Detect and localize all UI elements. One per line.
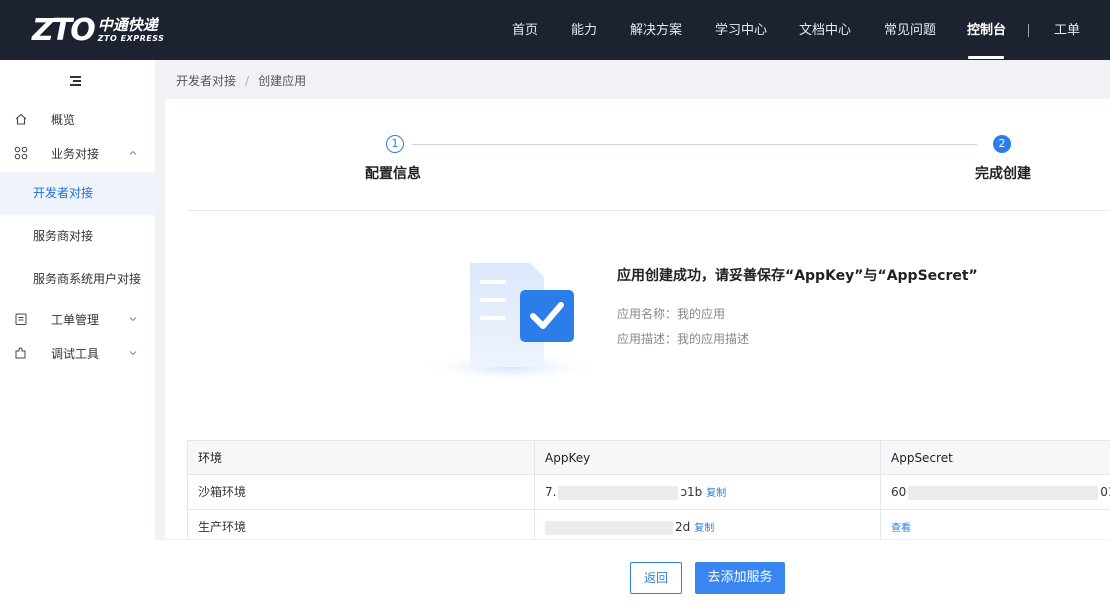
view-appsecret-link[interactable]: 查看 bbox=[891, 523, 911, 534]
success-title: 应用创建成功，请妥善保存“AppKey”与“AppSecret” bbox=[617, 268, 978, 284]
nav-learning-center[interactable]: 学习中心 bbox=[715, 0, 767, 60]
step-1-label: 配置信息 bbox=[365, 166, 421, 182]
sidebar-item-tickets[interactable]: 工单管理 bbox=[0, 308, 155, 330]
top-navbar: ZTO 中通快递 ZTO EXPRESS 首页 能力 解决方案 学习中心 文档中… bbox=[0, 0, 1110, 60]
logo-name-en: ZTO EXPRESS bbox=[97, 33, 165, 43]
appkey-prefix: 7. bbox=[545, 485, 557, 499]
env-cell: 沙箱环境 bbox=[187, 475, 534, 510]
step-connector bbox=[412, 144, 977, 145]
nav-faq[interactable]: 常见问题 bbox=[884, 0, 936, 60]
appsecret-suffix: 01f bbox=[1100, 485, 1110, 499]
sidebar-item-overview[interactable]: 概览 bbox=[0, 108, 155, 130]
breadcrumb-current: 创建应用 bbox=[258, 74, 307, 88]
ticket-icon bbox=[15, 313, 27, 325]
sidebar-item-label: 业务对接 bbox=[51, 146, 100, 161]
grid-icon bbox=[14, 146, 28, 160]
col-appsecret: AppSecret bbox=[880, 441, 1110, 476]
sidebar-subitem-provider[interactable]: 服务商对接 bbox=[0, 215, 155, 258]
sidebar-item-label: 调试工具 bbox=[51, 346, 100, 361]
document-check-illustration bbox=[418, 263, 602, 382]
nav-docs-center[interactable]: 文档中心 bbox=[799, 0, 851, 60]
breadcrumb-parent[interactable]: 开发者对接 bbox=[176, 74, 236, 88]
breadcrumb: 开发者对接 / 创建应用 bbox=[176, 74, 307, 88]
add-service-button[interactable]: 去添加服务 bbox=[695, 562, 785, 594]
redacted-block bbox=[908, 485, 1099, 500]
col-env: 环境 bbox=[187, 441, 534, 476]
logo-mark: ZTO bbox=[32, 12, 96, 48]
table-row: 沙箱环境 7. ɔ1b复制 60 01f bbox=[187, 475, 1110, 510]
appkey-suffix: 2d bbox=[675, 520, 691, 534]
sidebar-subitem-developer[interactable]: 开发者对接 bbox=[0, 172, 155, 215]
app-name-info: 应用名称：我的应用 bbox=[617, 307, 726, 321]
sidebar-item-label: 工单管理 bbox=[51, 312, 100, 327]
nav-tickets[interactable]: 工单 bbox=[1054, 0, 1080, 60]
chevron-down-icon bbox=[129, 317, 137, 322]
copy-appkey-button[interactable]: 复制 bbox=[694, 523, 714, 534]
menu-collapse-icon[interactable] bbox=[70, 76, 84, 88]
step-2-label: 完成创建 bbox=[975, 166, 1031, 182]
back-button[interactable]: 返回 bbox=[630, 562, 682, 594]
appsecret-cell: 60 01f bbox=[880, 475, 1110, 510]
nav-solutions[interactable]: 解决方案 bbox=[630, 0, 682, 60]
appsecret-prefix: 60 bbox=[891, 485, 907, 499]
chevron-down-icon bbox=[129, 351, 137, 356]
sidebar-subitem-provider-user[interactable]: 服务商系统用户对接 bbox=[0, 258, 155, 301]
table-header-row: 环境 AppKey AppSecret bbox=[187, 440, 1110, 476]
redacted-block bbox=[545, 520, 673, 535]
section-divider bbox=[187, 210, 1110, 211]
nav-console[interactable]: 控制台 bbox=[967, 0, 1006, 60]
home-icon bbox=[15, 113, 27, 125]
app-desc-info: 应用描述：我的应用描述 bbox=[617, 332, 750, 346]
sidebar: 概览 业务对接 开发者对接 服务商对接 服务商系统用户对接 工单管理 调试工具 bbox=[0, 60, 155, 608]
redacted-block bbox=[558, 485, 679, 500]
step-2-indicator: 2 bbox=[993, 135, 1011, 153]
nav-capability[interactable]: 能力 bbox=[571, 0, 597, 60]
puzzle-icon bbox=[15, 347, 26, 359]
logo-name-cn: 中通快递 bbox=[97, 15, 158, 34]
col-appkey: AppKey bbox=[534, 441, 880, 476]
zto-logo[interactable]: ZTO 中通快递 ZTO EXPRESS bbox=[32, 12, 165, 48]
step-1-indicator: 1 bbox=[386, 135, 404, 153]
appkey-cell: 7. ɔ1b 复制 bbox=[534, 475, 880, 510]
nav-active-indicator bbox=[968, 56, 1004, 59]
nav-home[interactable]: 首页 bbox=[512, 0, 538, 60]
sidebar-item-debug[interactable]: 调试工具 bbox=[0, 342, 155, 364]
sidebar-item-business[interactable]: 业务对接 bbox=[0, 142, 155, 164]
copy-appkey-button[interactable]: 复制 bbox=[706, 488, 726, 499]
appkey-suffix: ɔ1b bbox=[680, 485, 703, 499]
nav-separator bbox=[1028, 24, 1029, 37]
sidebar-item-label: 概览 bbox=[51, 112, 76, 127]
chevron-up-icon bbox=[129, 150, 137, 155]
